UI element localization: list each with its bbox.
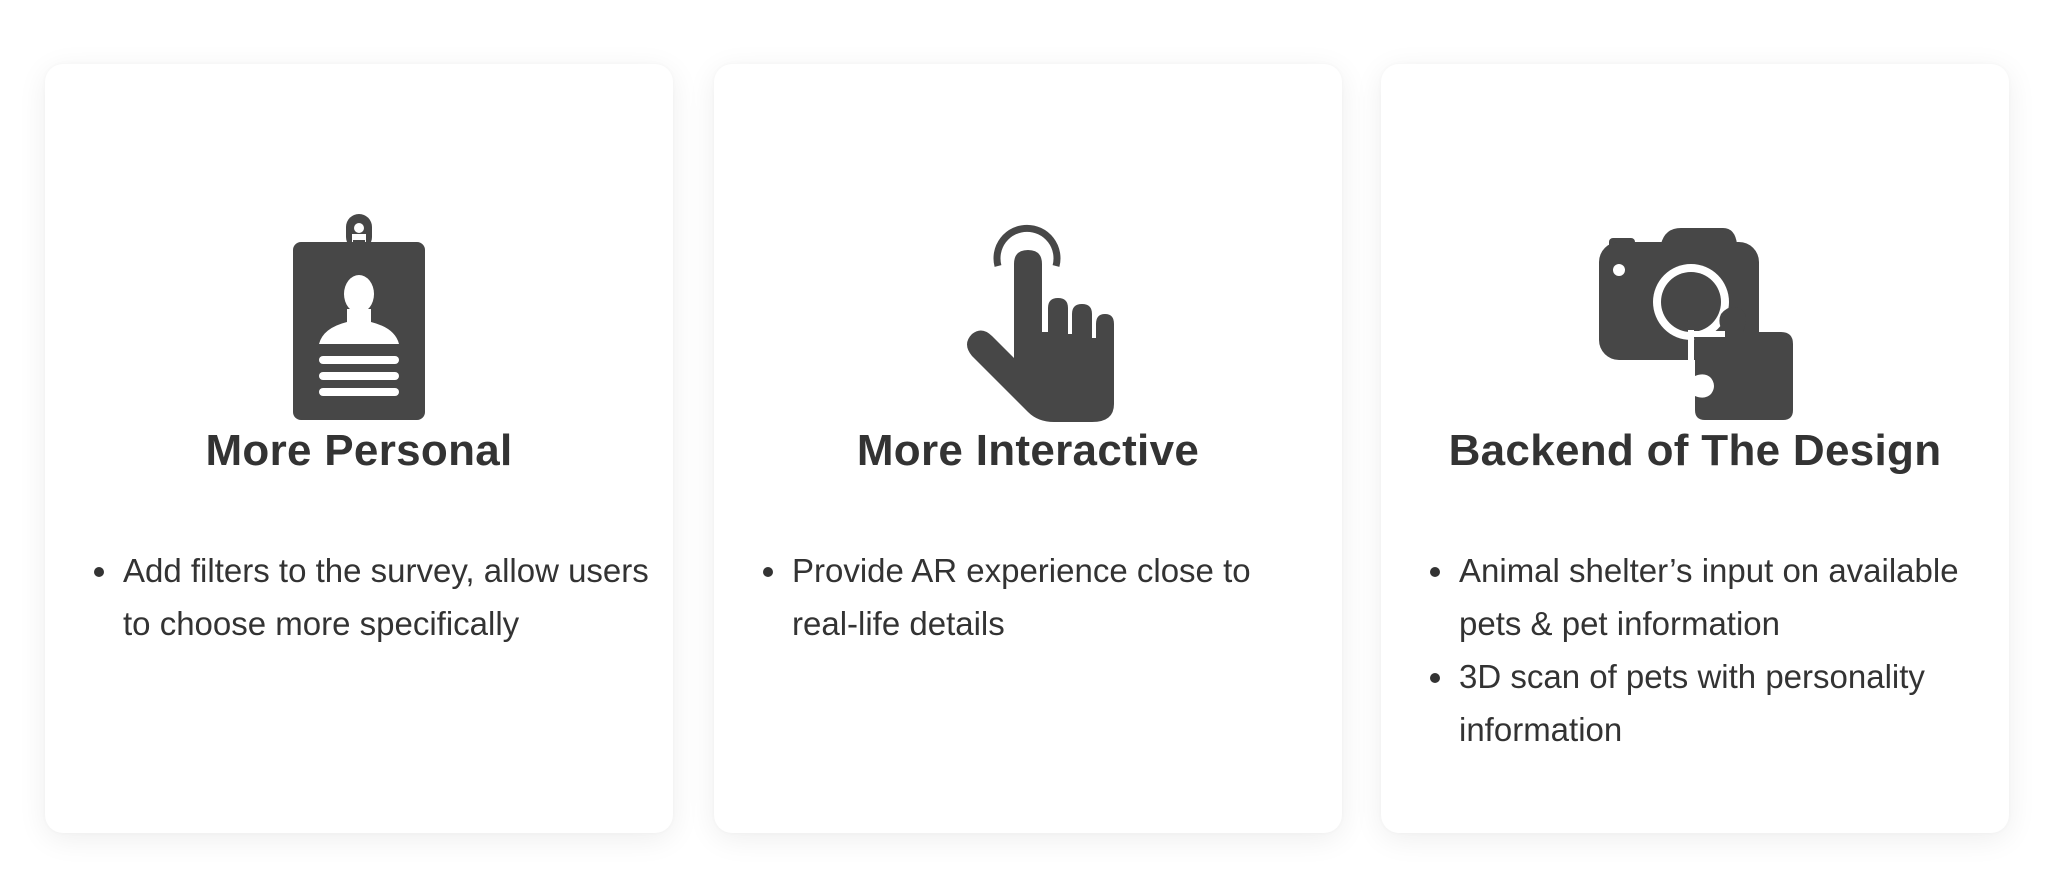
card-title: Backend of The Design — [1448, 426, 1942, 475]
bullet-list: Provide AR experience close to real-life… — [752, 544, 1322, 650]
bullet-list: Animal shelter’s input on available pets… — [1419, 544, 1989, 756]
feature-card-more-interactive: More Interactive Provide AR experience c… — [714, 64, 1342, 833]
list-item: Add filters to the survey, allow users t… — [121, 544, 653, 650]
list-item: Animal shelter’s input on available pets… — [1457, 544, 1989, 650]
id-badge-icon — [249, 204, 469, 424]
list-item: 3D scan of pets with personality informa… — [1457, 650, 1989, 756]
tap-hand-icon — [918, 204, 1138, 424]
card-title: More Interactive — [856, 426, 1200, 475]
card-title: More Personal — [205, 426, 513, 475]
list-item: Provide AR experience close to real-life… — [790, 544, 1322, 650]
feature-card-more-personal: More Personal Add filters to the survey,… — [45, 64, 673, 833]
camera-puzzle-icon — [1585, 204, 1805, 424]
bullet-list: Add filters to the survey, allow users t… — [83, 544, 653, 650]
feature-card-backend: Backend of The Design Animal shelter’s i… — [1381, 64, 2009, 833]
